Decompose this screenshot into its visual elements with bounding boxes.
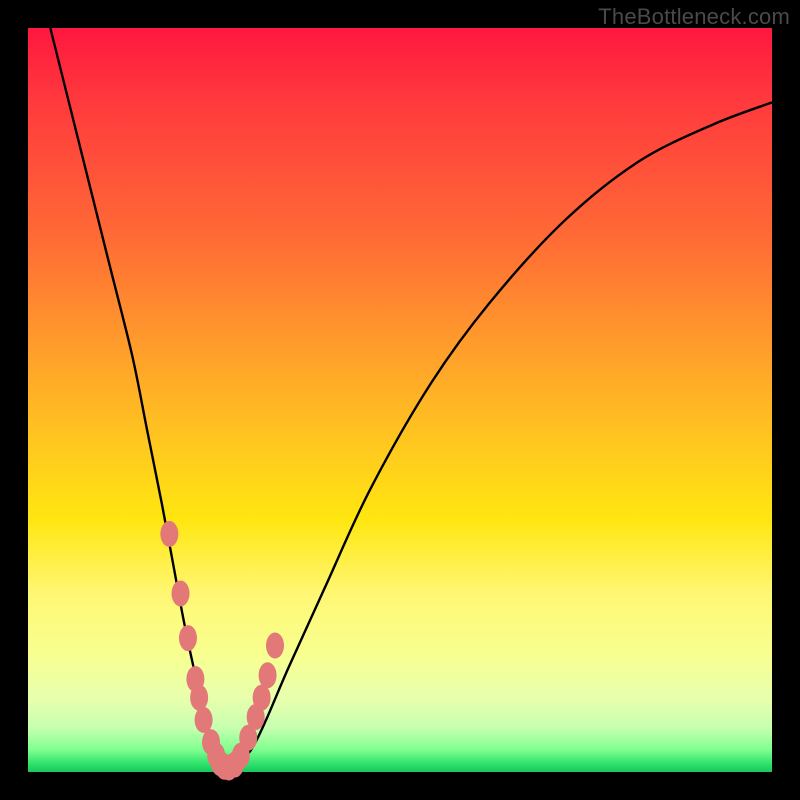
marker-point (190, 685, 208, 711)
marker-point (172, 580, 190, 606)
marker-point (259, 662, 277, 688)
marker-point (253, 685, 271, 711)
marker-point (266, 633, 284, 659)
chart-frame: TheBottleneck.com (0, 0, 800, 800)
plot-area (28, 28, 772, 772)
marker-group (160, 521, 284, 781)
curve-svg (28, 28, 772, 772)
marker-point (179, 625, 197, 651)
bottleneck-curve (50, 28, 772, 768)
attribution-label: TheBottleneck.com (598, 4, 790, 30)
marker-point (160, 521, 178, 547)
marker-point (195, 707, 213, 733)
